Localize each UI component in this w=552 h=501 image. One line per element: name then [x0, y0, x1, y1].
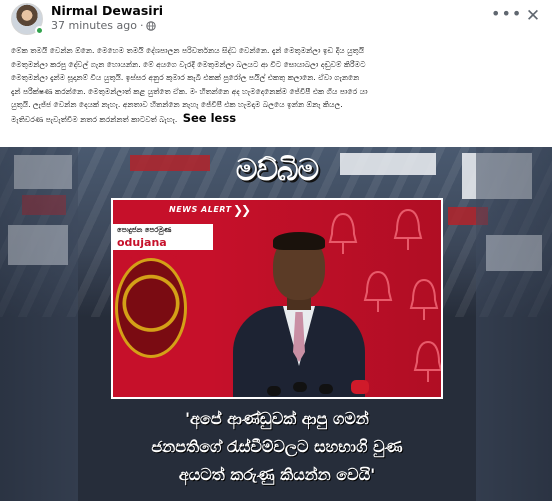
post-caption: මේක තමයි වෙන්න ඕනෙ. මෙහෙම තමයි දේශපාලන ප… — [10, 44, 545, 181]
microphone-icon — [319, 384, 333, 394]
bell-symbol-icon — [409, 278, 439, 320]
speaker-figure — [233, 232, 365, 397]
post-meta: 37 minutes ago · — [51, 19, 157, 32]
party-name-english: odujana Peramuna — [117, 236, 180, 262]
news-video-frame: NEWS ALERT ❯❯ පොදුජන පෙරමුණ odujana Pera… — [111, 198, 443, 399]
image-right-shade — [476, 147, 552, 501]
brand-logo: මව්බිම — [235, 153, 319, 188]
newspaper-tile — [340, 153, 436, 175]
news-alert-label: NEWS ALERT — [163, 203, 238, 217]
bell-symbol-icon — [393, 208, 423, 250]
microphone-icon — [293, 382, 307, 392]
quote-line: ජනපතිගේ රැස්වීම්වලට සහභාගි වුණ — [151, 437, 403, 456]
microphones — [263, 376, 373, 397]
caption-line: මේක තමයි වෙන්න ඕනෙ. මෙහෙම තමයි දේශපාලන ප… — [11, 46, 365, 55]
caption-line: යුතුයි. ලැජ්ජ වෙන්න දෙයක් නැහැ. අනතාව හි… — [11, 100, 343, 110]
online-status-indicator — [35, 26, 44, 35]
caption-line: මෙතුමන්ලා කරපු දේවල් ගැන හොයන්න. මේ අයගෙ… — [11, 59, 366, 69]
headline-quote: 'අපේ ආණ්ඩුවක් ආපු ගමන් ජනපතිගේ රැස්වීම්ව… — [111, 405, 443, 501]
party-name-sinhala: පොදුජන පෙරමුණ — [117, 226, 172, 234]
post-image[interactable]: මව්බිම NEWS ALERT ❯❯ පොදුජන පෙරමුණ oduja… — [0, 147, 552, 501]
caption-last-text: මැතිවරණ පැවැත්වීම නතර කරන්නත් කාටවත් බැහ… — [11, 114, 178, 124]
quote-line: අයටත් කරුණු කියන්න වෙයි' — [178, 465, 376, 484]
microphone-icon — [267, 386, 281, 396]
speaker-hair — [273, 232, 325, 250]
quote-line: 'අපේ ආණ්ඩුවක් ආපු ගමන් — [185, 409, 369, 428]
post-header: Nirmal Dewasiri 37 minutes ago · ••• ✕ — [0, 0, 552, 38]
more-options-icon[interactable]: ••• — [491, 6, 521, 25]
caption-line-last: මැතිවරණ පැවැත්වීම නතර කරන්නත් කාටවත් බැහ… — [11, 112, 545, 127]
image-left-shade — [0, 147, 78, 501]
close-icon[interactable]: ✕ — [523, 6, 543, 26]
party-banner: පොදුජන පෙරමුණ odujana Peramuna — [113, 224, 213, 262]
author-name[interactable]: Nirmal Dewasiri — [51, 3, 163, 18]
bell-symbol-icon — [363, 270, 393, 312]
globe-icon[interactable] — [146, 20, 157, 31]
bell-symbol-icon — [413, 340, 441, 382]
press-conference-badge — [115, 258, 187, 358]
meta-separator: · — [139, 19, 144, 32]
newspaper-tile — [130, 155, 210, 171]
post-timestamp[interactable]: 37 minutes ago — [51, 19, 137, 32]
chevron-right-icon: ❯❯ — [233, 203, 251, 217]
caption-line: දැන් පරීක්ෂණ කරන්නෙ. මෙතුමන්ලාත් කළ යුත්… — [11, 86, 368, 96]
see-less-link[interactable]: See less — [183, 112, 236, 125]
microphone-icon — [351, 380, 369, 394]
caption-line: මෙතුමන්ලා දැන්ම සූදානම් විය යුතුයි. ඉස්ස… — [11, 73, 360, 83]
